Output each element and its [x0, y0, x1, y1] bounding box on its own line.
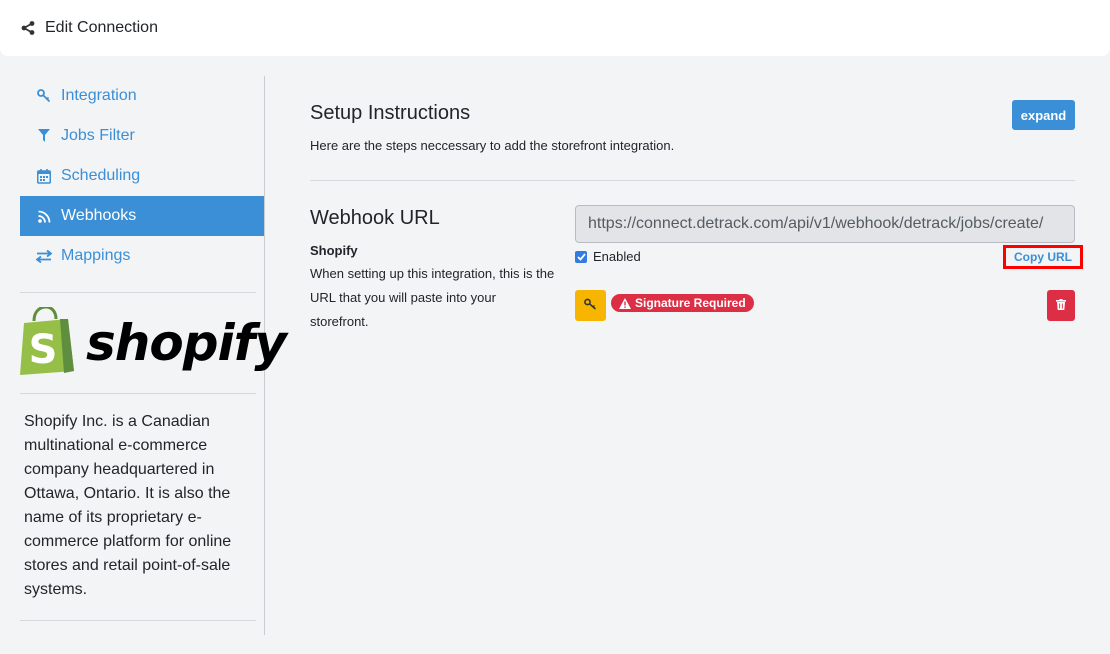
sidebar-item-label: Mappings — [61, 247, 131, 264]
sidebar-item-label: Scheduling — [61, 167, 141, 184]
key-icon — [584, 297, 597, 315]
signature-key-button[interactable] — [575, 290, 606, 321]
divider — [20, 620, 256, 621]
sidebar-item-webhooks[interactable]: Webhooks — [20, 196, 264, 236]
shopify-bag-icon: S — [20, 304, 78, 380]
svg-text:S: S — [29, 327, 58, 373]
sidebar-item-integration[interactable]: Integration — [20, 76, 264, 116]
setup-subtitle: Here are the steps neccessary to add the… — [310, 138, 675, 153]
signature-required-badge: Signature Required — [611, 294, 754, 312]
page-title: Edit Connection — [45, 19, 158, 36]
setup-title: Setup Instructions — [310, 102, 471, 124]
warning-icon — [619, 297, 631, 309]
shopify-logo-text: shopify — [86, 314, 287, 372]
calendar-icon — [36, 168, 52, 184]
webhook-platform: Shopify — [310, 243, 358, 258]
rss-icon — [36, 208, 52, 224]
share-icon — [20, 20, 36, 36]
trash-icon — [1056, 297, 1066, 315]
top-bar: Edit Connection — [0, 0, 1110, 56]
section-divider — [310, 180, 1075, 181]
exchange-icon — [36, 248, 52, 264]
delete-button[interactable] — [1047, 290, 1075, 321]
enabled-checkbox[interactable]: Enabled — [575, 249, 641, 264]
checkbox-checked-icon[interactable] — [575, 250, 587, 263]
sidebar-item-scheduling[interactable]: Scheduling — [20, 156, 264, 196]
webhook-url-field[interactable]: https://connect.detrack.com/api/v1/webho… — [575, 205, 1075, 243]
webhook-title: Webhook URL — [310, 207, 440, 229]
enabled-label: Enabled — [593, 249, 641, 264]
filter-icon — [36, 128, 52, 144]
shopify-logo: S shopify — [20, 293, 287, 393]
copy-url-button[interactable]: Copy URL — [1003, 245, 1083, 269]
signature-badge-label: Signature Required — [635, 296, 746, 310]
webhook-description: When setting up this integration, this i… — [310, 266, 555, 329]
sidebar: Integration Jobs Filter Scheduling Webho… — [20, 76, 287, 635]
sidebar-item-label: Integration — [61, 87, 137, 104]
sidebar-item-jobs-filter[interactable]: Jobs Filter — [20, 116, 264, 156]
sidebar-item-label: Jobs Filter — [61, 127, 135, 144]
sidebar-item-label: Webhooks — [61, 207, 137, 224]
integration-description: Shopify Inc. is a Canadian multinational… — [24, 413, 232, 598]
sidebar-item-mappings[interactable]: Mappings — [20, 236, 264, 276]
key-icon — [36, 88, 52, 104]
expand-button[interactable]: expand — [1012, 100, 1075, 130]
